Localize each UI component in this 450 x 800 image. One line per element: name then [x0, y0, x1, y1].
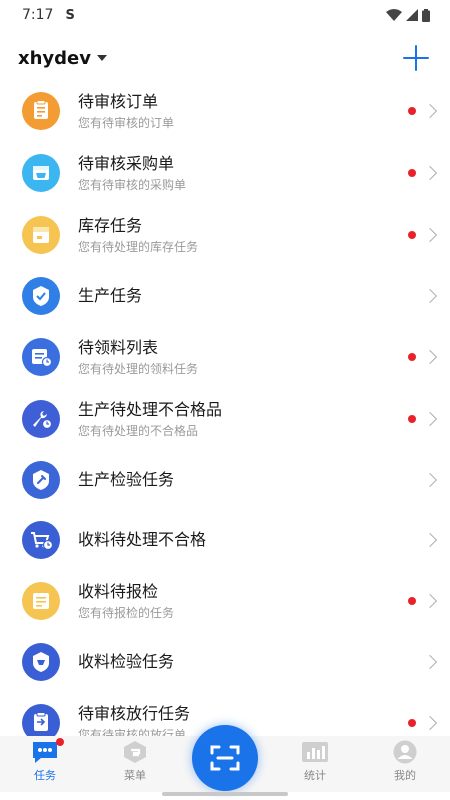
- account-switcher[interactable]: xhydev: [18, 48, 107, 69]
- scan-button[interactable]: [192, 725, 258, 791]
- nav-item-mine[interactable]: 我的: [360, 736, 450, 792]
- task-text: 收料待报检您有待报检的任务: [78, 582, 174, 621]
- chevron-right-icon: [424, 166, 438, 180]
- unread-dot: [408, 169, 416, 177]
- task-item[interactable]: 待审核订单您有待审核的订单: [0, 80, 450, 142]
- chevron-right-icon: [424, 594, 438, 608]
- bar-chart-icon: [302, 742, 328, 762]
- material-list-icon: [22, 338, 60, 376]
- wifi-icon: [386, 9, 402, 21]
- account-name: xhydev: [18, 47, 91, 69]
- chevron-right-icon: [424, 473, 438, 487]
- chevron-right-icon: [424, 289, 438, 303]
- task-item[interactable]: 待领料列表您有待处理的领料任务: [0, 326, 450, 388]
- task-subtitle: 您有待审核的放行单: [78, 727, 187, 737]
- wrench-clock-icon: [22, 400, 60, 438]
- task-item[interactable]: 待审核采购单您有待审核的采购单: [0, 142, 450, 204]
- report-icon: [22, 582, 60, 620]
- nav-label-stats: 统计: [304, 769, 326, 782]
- unread-dot: [408, 107, 416, 115]
- task-title: 待审核采购单: [78, 153, 175, 173]
- menu-cube-icon: [124, 741, 146, 763]
- task-title: 待审核订单: [78, 91, 159, 111]
- chevron-right-icon: [424, 533, 438, 547]
- status-bar: 7:17 S: [0, 0, 450, 30]
- task-item[interactable]: 收料待报检您有待报检的任务: [0, 570, 450, 632]
- task-title: 收料待处理不合格: [78, 530, 207, 549]
- scan-icon: [210, 745, 240, 771]
- task-subtitle: 您有待处理的库存任务: [78, 239, 199, 254]
- task-title: 收料待报检: [78, 581, 159, 601]
- task-item[interactable]: 生产任务: [0, 266, 450, 326]
- task-item[interactable]: 生产检验任务: [0, 450, 450, 510]
- status-time: 7:17: [22, 7, 54, 23]
- user-icon: [393, 740, 417, 764]
- sync-icon: S: [65, 7, 75, 23]
- task-text: 待审核采购单您有待审核的采购单: [78, 154, 186, 193]
- basket-icon: [22, 154, 60, 192]
- task-text: 生产检验任务: [78, 470, 174, 490]
- task-list: 待审核订单您有待审核的订单待审核采购单您有待审核的采购单库存任务您有待处理的库存…: [0, 80, 450, 736]
- task-text: 待领料列表您有待处理的领料任务: [78, 338, 198, 377]
- task-item[interactable]: 库存任务您有待处理的库存任务: [0, 204, 450, 266]
- chevron-right-icon: [424, 350, 438, 364]
- add-button[interactable]: [400, 42, 432, 74]
- app-header: xhydev: [0, 36, 450, 80]
- caret-down-icon: [96, 55, 107, 61]
- task-text: 待审核放行任务您有待审核的放行单: [78, 704, 190, 737]
- unread-dot: [408, 719, 416, 727]
- task-title: 收料检验任务: [78, 652, 175, 671]
- unread-dot: [408, 415, 416, 423]
- nav-label-mine: 我的: [394, 769, 416, 782]
- chevron-right-icon: [424, 716, 438, 730]
- shield-wrench-icon: [22, 461, 60, 499]
- unread-dot: [408, 353, 416, 361]
- nav-badge-dot: [56, 738, 64, 746]
- task-text: 生产任务: [78, 286, 142, 306]
- task-title: 待审核放行任务: [78, 703, 191, 723]
- task-chat-icon: [33, 742, 57, 763]
- nav-item-stats[interactable]: 统计: [270, 736, 360, 792]
- status-icons: [386, 8, 430, 22]
- task-subtitle: 您有待处理的不合格品: [78, 423, 199, 438]
- task-title: 生产任务: [78, 286, 143, 305]
- task-text: 收料检验任务: [78, 652, 174, 672]
- nav-label-tasks: 任务: [34, 769, 56, 782]
- chevron-right-icon: [424, 228, 438, 242]
- battery-icon: [422, 8, 430, 22]
- unread-dot: [408, 231, 416, 239]
- task-subtitle: 您有待审核的采购单: [78, 177, 187, 192]
- nav-item-menu[interactable]: 菜单: [90, 736, 180, 792]
- task-item[interactable]: 收料检验任务: [0, 632, 450, 692]
- unread-dot: [408, 597, 416, 605]
- signal-icon: [406, 9, 418, 21]
- nav-item-tasks[interactable]: 任务: [0, 736, 90, 792]
- task-item[interactable]: 收料待处理不合格: [0, 510, 450, 570]
- home-indicator: [162, 792, 288, 796]
- task-title: 库存任务: [78, 215, 143, 235]
- task-title: 待领料列表: [78, 337, 159, 357]
- nav-label-menu: 菜单: [124, 769, 146, 782]
- task-text: 收料待处理不合格: [78, 530, 206, 550]
- check-badge-icon: [22, 277, 60, 315]
- task-title: 生产待处理不合格品: [78, 399, 223, 419]
- task-text: 生产待处理不合格品您有待处理的不合格品: [78, 400, 222, 439]
- chevron-right-icon: [424, 412, 438, 426]
- clipboard-icon: [22, 92, 60, 130]
- task-text: 库存任务您有待处理的库存任务: [78, 216, 198, 255]
- release-doc-icon: [22, 704, 60, 736]
- chevron-right-icon: [424, 655, 438, 669]
- task-subtitle: 您有待报检的任务: [78, 605, 175, 620]
- shield-icon: [22, 643, 60, 681]
- chevron-right-icon: [424, 104, 438, 118]
- cart-clock-icon: [22, 521, 60, 559]
- task-text: 待审核订单您有待审核的订单: [78, 92, 174, 131]
- task-subtitle: 您有待处理的领料任务: [78, 361, 199, 376]
- task-item[interactable]: 生产待处理不合格品您有待处理的不合格品: [0, 388, 450, 450]
- task-subtitle: 您有待审核的订单: [78, 115, 175, 130]
- inventory-icon: [22, 216, 60, 254]
- task-title: 生产检验任务: [78, 470, 175, 489]
